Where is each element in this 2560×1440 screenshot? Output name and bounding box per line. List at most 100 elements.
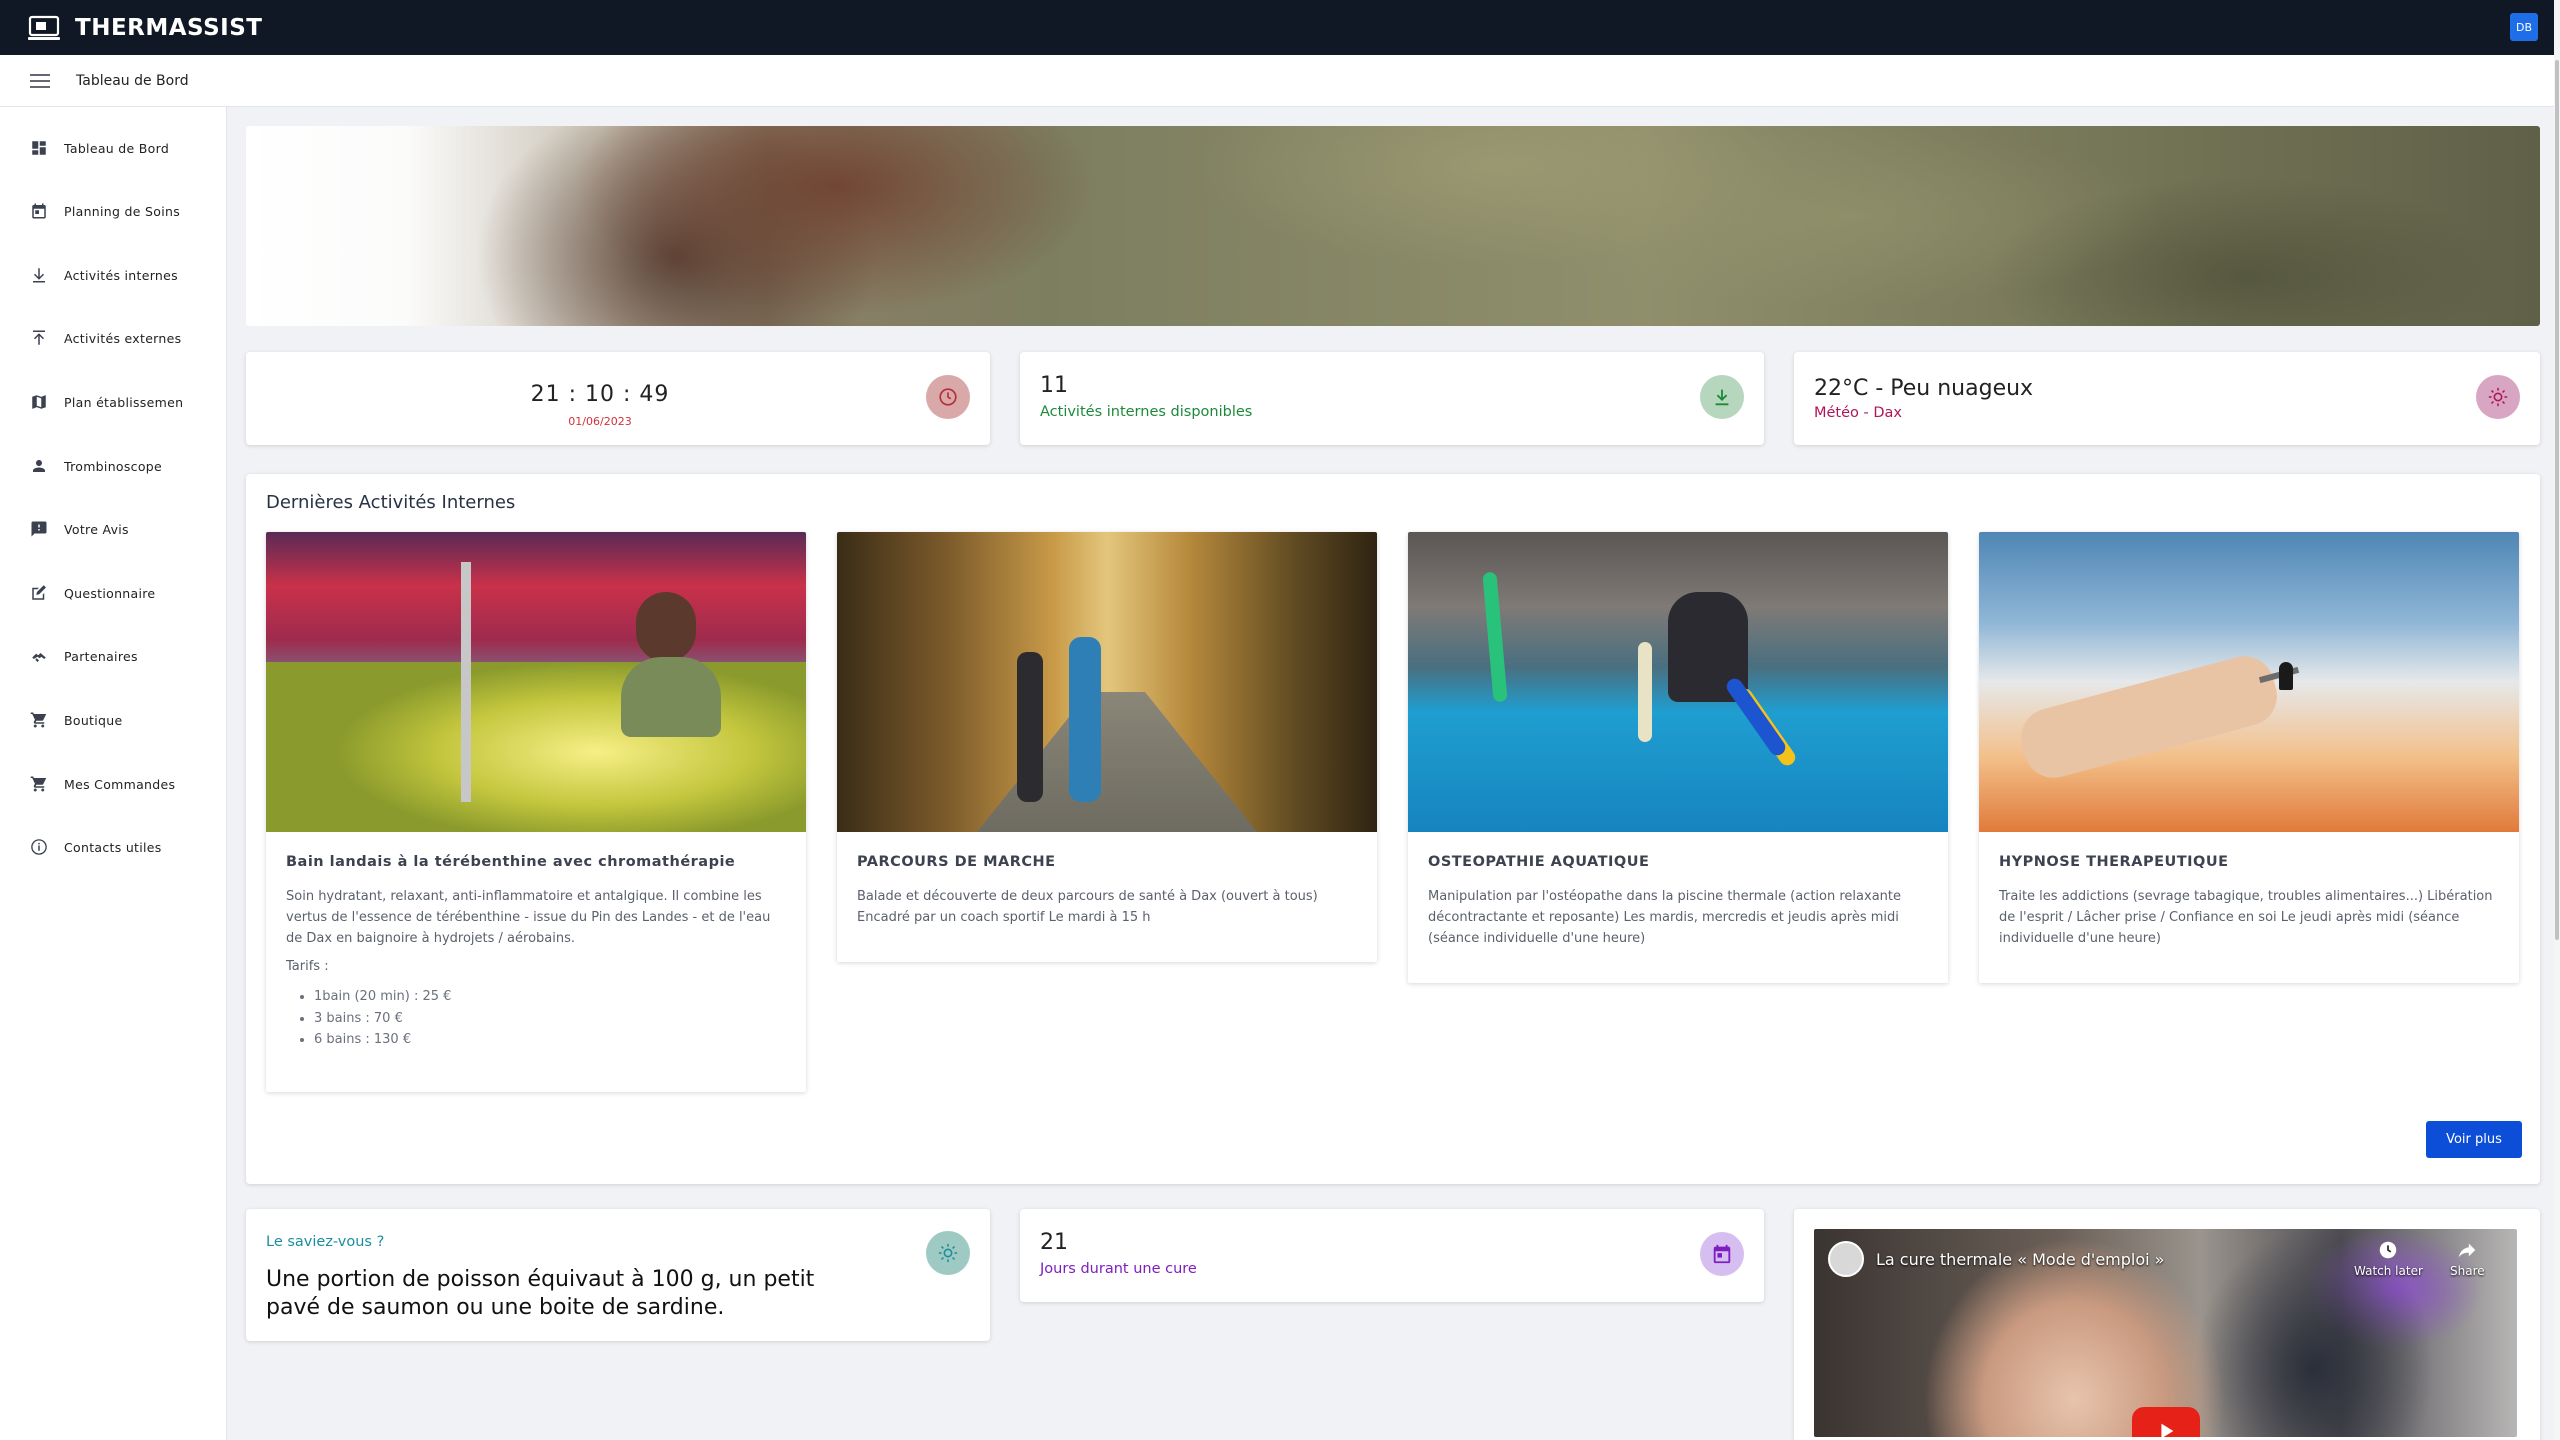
cure-days-count: 21	[1040, 1230, 1068, 1255]
activity-image-walk	[837, 532, 1377, 832]
sidebar-item-boutique[interactable]: Boutique	[0, 696, 226, 744]
person-icon	[33, 460, 45, 472]
activity-card[interactable]: HYPNOSE THERAPEUTIQUE Traite les addicti…	[1979, 532, 2519, 983]
top-bar: THERMASSIST DB	[0, 0, 2560, 55]
watch-later-button[interactable]: Watch later	[2354, 1239, 2423, 1278]
weather-value: 22°C - Peu nuageux	[1814, 376, 2034, 401]
share-button[interactable]: Share	[2450, 1239, 2485, 1278]
internal-activities-card: 11 Activités internes disponibles	[1020, 352, 1764, 445]
sidebar-item-label: Planning de Soins	[64, 203, 181, 219]
menu-toggle-icon[interactable]	[30, 73, 50, 88]
activity-image-hypnosis	[1979, 532, 2519, 832]
sidebar-item-label: Trombinoscope	[64, 458, 163, 474]
activities-section: Dernières Activités Internes Bain landai…	[246, 474, 2540, 1184]
activity-card[interactable]: PARCOURS DE MARCHE Balade et découverte …	[837, 532, 1377, 962]
video-card: La cure thermale « Mode d'emploi » Watch…	[1794, 1209, 2540, 1440]
user-avatar[interactable]: DB	[2510, 13, 2538, 41]
breadcrumb: Tableau de Bord	[76, 72, 189, 89]
share-label: Share	[2450, 1264, 2485, 1278]
activity-description: Manipulation par l'ostéopathe dans la pi…	[1428, 889, 1901, 946]
activity-card[interactable]: OSTEOPATHIE AQUATIQUE Manipulation par l…	[1408, 532, 1948, 983]
page-scrollbar[interactable]	[2554, 0, 2560, 1440]
clock-icon	[2380, 1241, 2397, 1259]
download-icon	[33, 268, 45, 283]
sidebar-item-plan[interactable]: Plan établissemen	[0, 378, 226, 426]
app-title: THERMASSIST	[75, 14, 263, 41]
sidebar-item-label: Activités internes	[64, 267, 178, 283]
watch-later-label: Watch later	[2354, 1264, 2423, 1278]
video-player[interactable]: La cure thermale « Mode d'emploi » Watch…	[1814, 1229, 2517, 1437]
activity-title: PARCOURS DE MARCHE	[857, 854, 1056, 870]
map-icon	[32, 395, 46, 409]
channel-avatar[interactable]	[1828, 1241, 1864, 1277]
sidebar-item-activites-internes[interactable]: Activités internes	[0, 251, 226, 299]
cure-days-card: 21 Jours durant une cure	[1020, 1209, 1764, 1302]
clock-card: 21 : 10 : 49 01/06/2023	[246, 352, 990, 445]
clock-hours: 21	[530, 382, 561, 407]
price-item: 1bain (20 min) : 25 €	[314, 986, 806, 1008]
activity-image-pool	[1408, 532, 1948, 832]
sidebar-item-trombinoscope[interactable]: Trombinoscope	[0, 442, 226, 490]
feedback-icon	[31, 521, 47, 537]
activity-tarifs-label: Tarifs :	[286, 959, 329, 974]
play-button[interactable]	[2132, 1407, 2200, 1437]
info-icon	[31, 839, 47, 855]
activity-title: Bain landais à la térébenthine avec chro…	[286, 854, 736, 870]
cart-icon	[30, 712, 47, 728]
sidebar-item-questionnaire[interactable]: Questionnaire	[0, 569, 226, 617]
activity-card[interactable]: Bain landais à la térébenthine avec chro…	[266, 532, 806, 1092]
sidebar-item-partenaires[interactable]: Partenaires	[0, 632, 226, 680]
did-you-know-label: Le saviez-vous ?	[266, 1234, 385, 1250]
sidebar-item-label: Plan établissemen	[64, 394, 184, 410]
upload-icon	[33, 330, 45, 345]
internal-activities-label: Activités internes disponibles	[1040, 404, 1253, 420]
sidebar-item-label: Votre Avis	[64, 521, 129, 537]
laptop-icon	[28, 15, 60, 40]
sidebar: Tableau de Bord Planning de Soins Activi…	[0, 107, 227, 1440]
scrollbar-thumb[interactable]	[2555, 60, 2559, 940]
price-list: 1bain (20 min) : 25 € 3 bains : 70 € 6 b…	[314, 986, 806, 1051]
sidebar-item-votre-avis[interactable]: Votre Avis	[0, 505, 226, 553]
sidebar-item-label: Boutique	[64, 712, 123, 728]
sidebar-item-label: Partenaires	[64, 648, 138, 664]
sidebar-item-tableau-de-bord[interactable]: Tableau de Bord	[0, 124, 226, 172]
activity-description: Soin hydratant, relaxant, anti-inflammat…	[286, 889, 771, 946]
dashboard-icon	[32, 141, 46, 155]
sun-icon	[926, 1231, 970, 1275]
see-more-button[interactable]: Voir plus	[2426, 1121, 2522, 1158]
clock-date: 01/06/2023	[568, 415, 632, 428]
clock-seconds: 49	[639, 382, 670, 407]
clock-icon	[926, 375, 970, 419]
weather-label: Météo - Dax	[1814, 405, 1902, 421]
sidebar-item-activites-externes[interactable]: Activités externes	[0, 314, 226, 362]
sun-icon	[2476, 375, 2520, 419]
sidebar-item-contacts[interactable]: Contacts utiles	[0, 823, 226, 871]
activity-title: HYPNOSE THERAPEUTIQUE	[1999, 854, 2229, 870]
internal-activities-count: 11	[1040, 373, 1068, 398]
sidebar-item-label: Questionnaire	[64, 585, 156, 601]
brand[interactable]: THERMASSIST	[28, 15, 262, 41]
sub-header: Tableau de Bord	[0, 55, 2560, 107]
sidebar-item-mes-commandes[interactable]: Mes Commandes	[0, 760, 226, 808]
clock-minutes: 10	[585, 382, 615, 407]
price-item: 6 bains : 130 €	[314, 1029, 806, 1051]
section-title: Dernières Activités Internes	[266, 492, 516, 513]
hero-banner-image	[246, 126, 2540, 326]
handshake-icon	[32, 653, 46, 662]
cure-days-label: Jours durant une cure	[1040, 1261, 1197, 1277]
calendar-icon	[1700, 1232, 1744, 1276]
did-you-know-card: Le saviez-vous ? Une portion de poisson …	[246, 1209, 990, 1341]
video-title[interactable]: La cure thermale « Mode d'emploi »	[1876, 1250, 2164, 1269]
cart-icon	[30, 776, 47, 792]
sidebar-item-label: Activités externes	[64, 330, 182, 346]
download-icon	[1700, 375, 1744, 419]
share-icon	[2459, 1243, 2476, 1258]
clock-time: 21 : 10 : 49	[246, 382, 954, 407]
edit-icon	[32, 585, 46, 600]
did-you-know-text: Une portion de poisson équivaut à 100 g,…	[266, 1267, 815, 1320]
sidebar-item-planning[interactable]: Planning de Soins	[0, 187, 226, 235]
activity-image-bath	[266, 532, 806, 832]
activity-title: OSTEOPATHIE AQUATIQUE	[1428, 854, 1650, 870]
clock-separator: :	[623, 382, 632, 407]
weather-card: 22°C - Peu nuageux Météo - Dax	[1794, 352, 2540, 445]
